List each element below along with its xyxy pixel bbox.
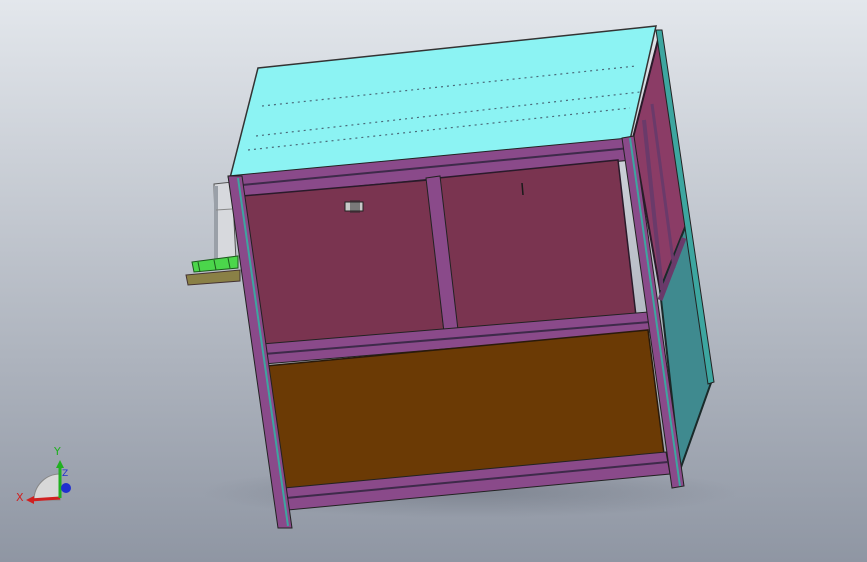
panel-latch-part[interactable] [344, 200, 364, 213]
panel-hinge-mark [521, 182, 524, 196]
triad-y-label: Y [54, 445, 61, 458]
triad-x-label: X [16, 491, 24, 504]
triad-x-axis [29, 496, 61, 502]
front-upper-panel-right[interactable] [437, 159, 637, 331]
cad-model-canvas[interactable] [0, 0, 867, 562]
cad-graphics-viewport[interactable]: X Y Z [0, 0, 867, 562]
front-upper-panel-left[interactable] [241, 179, 445, 349]
triad-z-axis [61, 483, 71, 493]
triad-z-label: Z [62, 469, 69, 479]
